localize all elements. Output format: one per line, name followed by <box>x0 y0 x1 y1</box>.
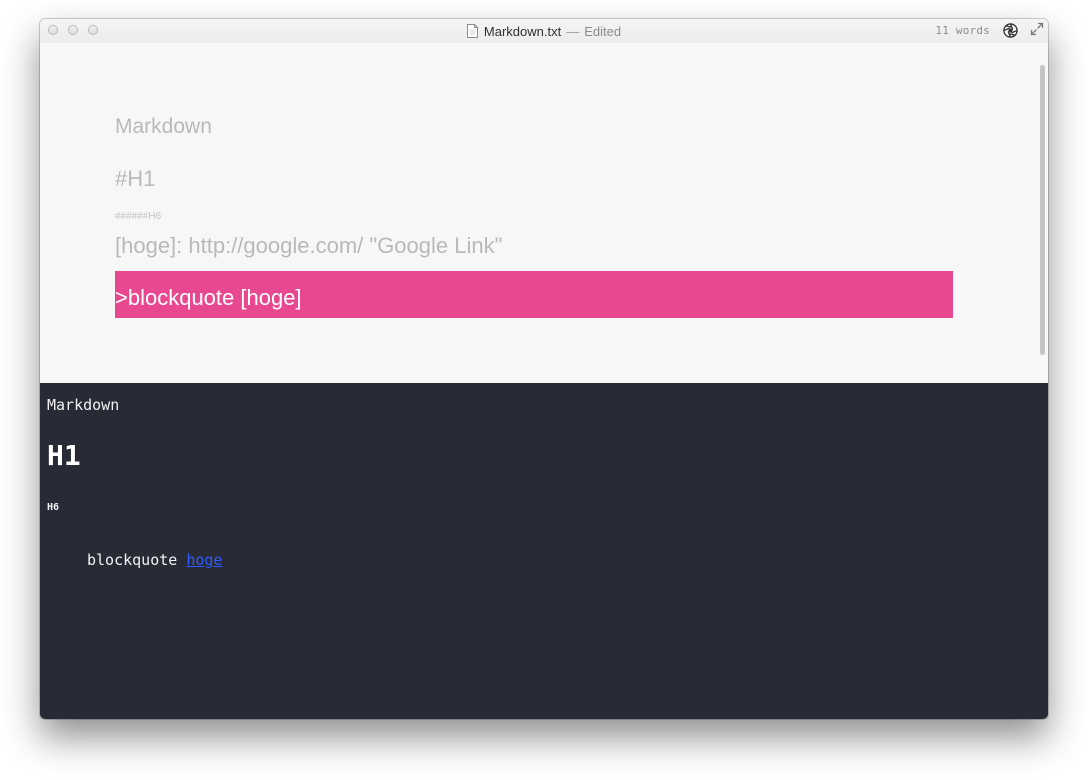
preview-heading-h1: H1 <box>47 439 81 472</box>
preview-link-hoge[interactable]: hoge <box>186 551 222 569</box>
preview-heading-h6: H6 <box>47 502 60 513</box>
editor-line-title[interactable]: Markdown <box>115 115 212 139</box>
close-window-button[interactable] <box>48 25 58 35</box>
word-count[interactable]: 11 words <box>935 24 990 37</box>
title-separator: — <box>566 23 580 39</box>
editor-scrollbar[interactable] <box>1040 65 1045 355</box>
preview-paragraph: Markdown <box>47 396 120 414</box>
editor-line-link-reference[interactable]: [hoge]: http://google.com/ "Google Link" <box>115 233 502 259</box>
zoom-window-button[interactable] <box>88 25 98 35</box>
markdown-preview: Markdown H1 H6 blockquote hoge <box>40 383 1048 719</box>
document-name[interactable]: Markdown.txt <box>484 24 561 39</box>
minimize-window-button[interactable] <box>68 25 78 35</box>
preview-blockquote: blockquote hoge <box>87 551 222 569</box>
editor-line-blockquote[interactable]: >blockquote [hoge] <box>115 285 302 311</box>
editor-line-h1[interactable]: #H1 <box>115 166 155 192</box>
desktop: Markdown.txt — Edited 11 words Markdown … <box>0 0 1088 780</box>
markdown-editor[interactable]: Markdown #H1 ######H6 [hoge]: http://goo… <box>40 43 1048 383</box>
editor-line-h6[interactable]: ######H6 <box>115 211 161 222</box>
window-title: Markdown.txt — Edited <box>40 19 1048 43</box>
fullscreen-icon[interactable] <box>1030 22 1044 36</box>
document-icon[interactable] <box>466 24 478 38</box>
aperture-icon[interactable] <box>1003 23 1018 38</box>
document-status: Edited <box>584 23 622 39</box>
title-bar[interactable]: Markdown.txt — Edited 11 words <box>40 19 1048 43</box>
preview-blockquote-text: blockquote <box>87 551 178 569</box>
app-window: Markdown.txt — Edited 11 words Markdown … <box>40 19 1048 719</box>
